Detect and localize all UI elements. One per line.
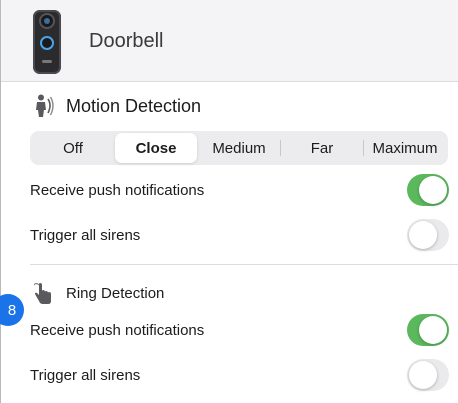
toggle-knob <box>419 176 447 204</box>
camera-lens-icon <box>41 15 53 27</box>
finger-press-icon <box>34 282 51 304</box>
motion-sensitivity-segmented-control[interactable]: Off Close Medium Far Maximum <box>30 131 448 165</box>
ring-trigger-sirens-row: Trigger all sirens <box>30 356 458 394</box>
motion-push-notifications-label: Receive push notifications <box>30 181 205 199</box>
segment-off[interactable]: Off <box>32 133 114 163</box>
toggle-knob <box>419 316 447 344</box>
motion-push-notifications-row: Receive push notifications <box>30 171 458 209</box>
ring-trigger-sirens-toggle[interactable] <box>407 359 449 391</box>
ring-detection-header: Ring Detection <box>34 281 164 305</box>
motion-person-icon <box>36 94 54 117</box>
segment-close[interactable]: Close <box>115 133 197 163</box>
logo-mark <box>42 60 52 63</box>
segment-maximum[interactable]: Maximum <box>364 133 446 163</box>
motion-trigger-sirens-label: Trigger all sirens <box>30 226 141 244</box>
motion-trigger-sirens-toggle[interactable] <box>407 219 449 251</box>
ring-push-notifications-row: Receive push notifications <box>30 311 458 349</box>
motion-push-notifications-toggle[interactable] <box>407 174 449 206</box>
doorbell-button-icon <box>40 36 54 50</box>
motion-detection-header: Motion Detection <box>34 94 201 118</box>
device-name: Doorbell <box>89 30 164 52</box>
ring-detection-title: Ring Detection <box>66 284 165 302</box>
segment-medium[interactable]: Medium <box>198 133 280 163</box>
segment-far[interactable]: Far <box>281 133 363 163</box>
toggle-knob <box>409 361 437 389</box>
ring-trigger-sirens-label: Trigger all sirens <box>30 366 141 384</box>
section-divider <box>30 264 458 265</box>
motion-trigger-sirens-row: Trigger all sirens <box>30 216 458 254</box>
device-header: Doorbell <box>1 0 458 82</box>
step-number-badge: 8 <box>0 294 24 326</box>
toggle-knob <box>409 221 437 249</box>
motion-detection-title: Motion Detection <box>66 95 202 116</box>
ring-push-notifications-toggle[interactable] <box>407 314 449 346</box>
doorbell-device-image <box>33 10 61 74</box>
ring-push-notifications-label: Receive push notifications <box>30 321 205 339</box>
